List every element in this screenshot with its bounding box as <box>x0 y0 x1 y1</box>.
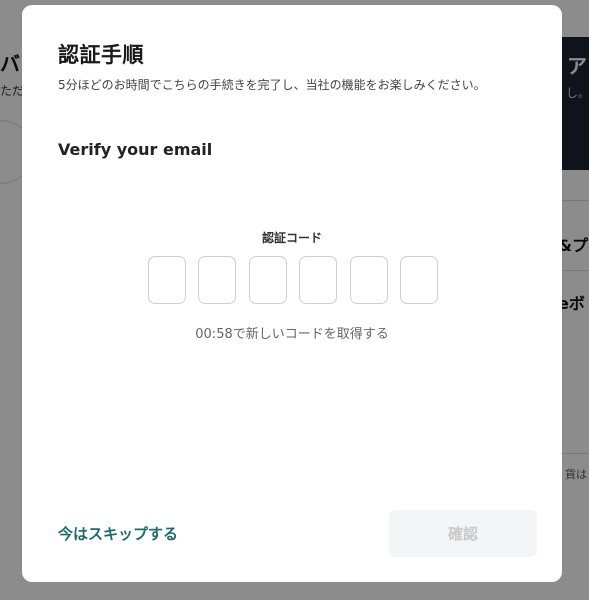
code-digit-3[interactable] <box>248 256 287 304</box>
code-digit-4[interactable] <box>299 256 338 304</box>
verify-email-heading: Verify your email <box>58 140 213 159</box>
code-digit-5[interactable] <box>349 256 388 304</box>
resend-countdown-text: 00:58で新しいコードを取得する <box>195 327 389 342</box>
modal-title: 認証手順 <box>58 43 144 67</box>
skip-for-now-link[interactable]: 今はスキップする <box>58 523 178 544</box>
code-digit-1[interactable] <box>148 256 186 304</box>
modal-description: 5分ほどのお時間でこちらの手続きを完了し、当社の機能をお楽しみください。 <box>58 78 486 92</box>
confirm-button[interactable]: 確認 <box>389 510 537 557</box>
code-digit-2[interactable] <box>198 256 237 304</box>
verification-modal: 認証手順 5分ほどのお時間でこちらの手続きを完了し、当社の機能をお楽しみください… <box>22 5 562 582</box>
code-digit-6[interactable] <box>399 256 438 304</box>
verification-code-inputs <box>148 256 438 306</box>
verification-code-label: 認証コード <box>261 231 322 245</box>
